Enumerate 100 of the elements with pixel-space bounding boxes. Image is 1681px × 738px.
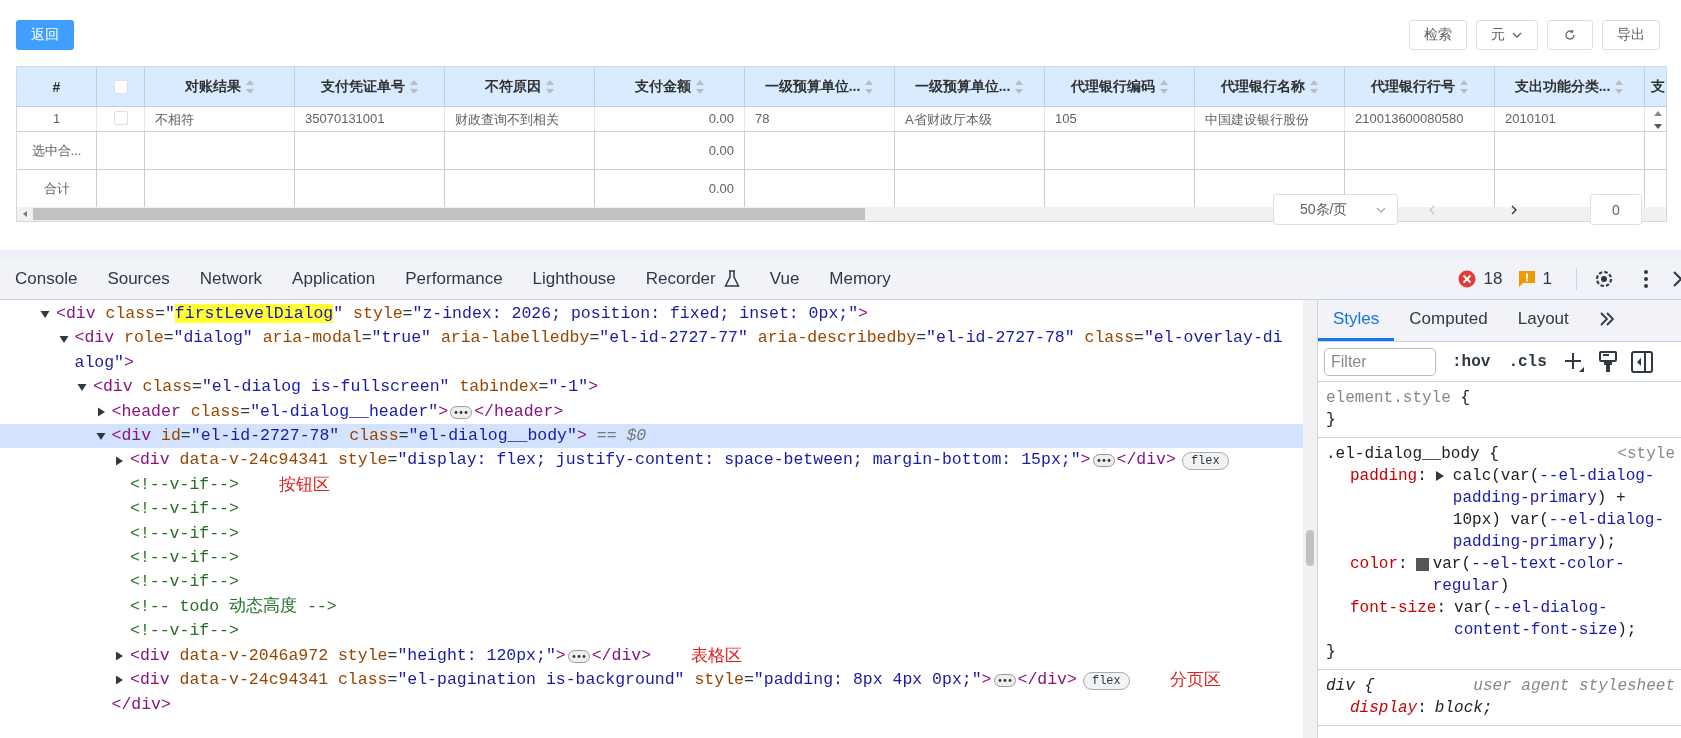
plus-icon[interactable] <box>1562 350 1585 373</box>
column-header[interactable]: # <box>17 67 97 106</box>
toolbar-button[interactable]: 检索 <box>1409 20 1467 50</box>
dom-tree-row[interactable]: <!--v-if--> <box>0 521 1303 547</box>
column-title: 代理银行行号 <box>1370 77 1455 96</box>
html-code: <div id="el-id-2727-78" class="el-dialog__body"> == $0 <box>111 425 647 448</box>
column-header[interactable]: 代理银行名称 <box>1195 67 1345 106</box>
vertical-scrollbar[interactable] <box>1652 109 1664 131</box>
column-header[interactable]: 对账结果 <box>145 67 295 106</box>
column-title: 不符原因 <box>484 77 541 96</box>
column-title: 支出功能分类... <box>1514 77 1611 96</box>
more-tabs-icon[interactable] <box>1598 312 1615 326</box>
page-input[interactable]: 0 <box>1590 194 1642 225</box>
dom-tree-row[interactable]: <!--v-if--> <box>0 546 1303 571</box>
ellipsis-icon[interactable] <box>993 674 1016 688</box>
devtools-tab[interactable]: Vue <box>754 268 815 289</box>
devtools-tab[interactable]: Console <box>0 268 93 289</box>
flex-badge[interactable]: flex <box>1082 672 1130 691</box>
dom-tree-row[interactable]: <!--v-if--> 按钮区 <box>0 472 1303 498</box>
dom-tree-row[interactable]: <header class="el-dialog__header"> </header> <box>0 399 1303 425</box>
property-value: var(--el-dialog-content-font-size); <box>1454 598 1638 641</box>
column-header[interactable]: 代理银行行号 <box>1345 67 1495 106</box>
dom-tree-row[interactable]: <!--v-if--> <box>0 497 1303 522</box>
warning-count: 1 <box>1542 268 1552 289</box>
ellipsis-icon[interactable] <box>567 649 590 663</box>
table-cell: 35070131001 <box>305 111 385 126</box>
expanded-triangle-icon[interactable] <box>58 333 69 344</box>
color-swatch[interactable] <box>1415 558 1429 571</box>
expanded-triangle-icon[interactable] <box>40 309 50 320</box>
html-code: <div data-v-2046a972 style="height: 120px;"> <box>130 644 566 667</box>
closing-brace: } <box>1326 410 1337 431</box>
unit-select[interactable]: 元 <box>1476 20 1538 50</box>
html-code: </header> <box>474 400 564 423</box>
dom-tree-row[interactable]: <!--v-if--> <box>0 619 1303 644</box>
collapsed-triangle-icon[interactable] <box>114 650 124 661</box>
checkbox[interactable] <box>113 79 128 94</box>
column-header[interactable]: 一级预算单位... <box>895 67 1045 106</box>
column-title: # <box>52 78 61 95</box>
column-header[interactable]: 支出功能分类... <box>1495 67 1645 106</box>
dom-tree-row[interactable]: <div data-v-24c94341 class="el-pagination is-background" style="padding: 8px 4px 0px;"> </div> flex 分页区 <box>0 668 1303 693</box>
html-code: <!--v-if--> <box>130 571 239 594</box>
property-value: calc(var(--el-dialog-padding-primary) + 10px) var(--el-dialog-padding-primary); <box>1452 466 1666 553</box>
styles-tab[interactable]: Computed <box>1394 300 1503 341</box>
property-name: display: <box>1350 698 1427 719</box>
devtools-tab[interactable]: Lighthouse <box>517 268 631 289</box>
dom-tree-row[interactable]: <!--v-if--> <box>0 570 1303 595</box>
devtools-tab[interactable]: Performance <box>390 268 518 289</box>
ellipsis-icon[interactable] <box>450 405 473 419</box>
page-size-select[interactable]: 50条/页 <box>1273 194 1398 225</box>
devtools-tab[interactable]: Memory <box>814 268 906 289</box>
column-header[interactable]: 代理银行编码 <box>1045 67 1195 106</box>
dom-tree-row[interactable]: <div id="el-id-2727-78" class="el-dialog__body"> == $0 <box>0 424 1303 449</box>
collapsed-triangle-icon[interactable] <box>114 675 124 686</box>
column-header[interactable]: 支付凭证单号 <box>295 67 445 106</box>
collapsed-triangle-icon[interactable] <box>95 406 106 417</box>
expanded-triangle-icon[interactable] <box>77 382 87 393</box>
filter-field[interactable]: Filter <box>1324 347 1436 376</box>
error-icon[interactable] <box>1457 269 1476 288</box>
source-link[interactable]: <style <box>1617 443 1675 465</box>
ellipsis-icon[interactable] <box>1092 454 1115 468</box>
summary-label: 合计 <box>43 179 70 198</box>
dom-tree-row[interactable]: <div data-v-2046a972 style="height: 120px;"> </div> 表格区 <box>0 643 1303 669</box>
paint-roller-icon[interactable] <box>1598 350 1617 373</box>
stylesheet-label: user agent stylesheet <box>1473 676 1675 697</box>
devtools-tab[interactable]: Network <box>184 268 278 289</box>
html-code: <div data-v-24c94341 style="display: flex; justify-content: space-between; margin-bottom: 15px;"> <box>130 449 1091 472</box>
collapsed-triangle-icon[interactable] <box>114 455 124 466</box>
devtools-tab[interactable]: Application <box>277 268 391 289</box>
toggle-button[interactable]: :hov <box>1450 352 1493 371</box>
column-header[interactable]: 支付金额 <box>595 67 745 106</box>
dom-tree-row[interactable]: <!-- todo 动态高度 --> <box>0 594 1303 620</box>
html-code: <div data-v-24c94341 class="el-pagination is-background" style="padding: 8px 4px 0px;"> <box>130 669 992 692</box>
column-header[interactable]: 不符原因 <box>445 67 595 106</box>
dom-tree-row[interactable]: <div data-v-24c94341 style="display: flex; justify-content: space-between; margin-bottom: 15px;"> </div> flex <box>0 448 1303 473</box>
sidebar-toggle-icon[interactable] <box>1630 350 1653 373</box>
expand-triangle-icon[interactable] <box>1434 470 1445 482</box>
toggle-button[interactable]: .cls <box>1506 352 1549 371</box>
flex-badge[interactable]: flex <box>1181 452 1229 471</box>
column-title: 对账结果 <box>184 77 241 96</box>
toolbar-button[interactable]: 导出 <box>1602 20 1660 50</box>
dom-tree-row[interactable]: <div class="el-dialog is-fullscreen" tabindex="-1"> <box>0 375 1303 400</box>
summary-value: 0.00 <box>708 181 734 196</box>
expanded-triangle-icon[interactable] <box>95 431 106 442</box>
devtools-tab[interactable]: Sources <box>92 268 185 289</box>
vertical-scrollbar[interactable] <box>1303 300 1317 738</box>
table-cell: A省财政厅本级 <box>905 111 992 129</box>
scroll-left-icon[interactable] <box>21 210 29 218</box>
styles-tab[interactable]: Layout <box>1502 300 1584 341</box>
dom-tree-row[interactable]: <div class="firstLevelDialog" style="z-index: 2026; position: fixed; inset: 0px;"> <box>0 302 1303 327</box>
checkbox[interactable] <box>113 111 128 125</box>
styles-tab[interactable]: Styles <box>1318 300 1395 341</box>
summary-label: 选中合... <box>31 141 82 160</box>
devtools-tab[interactable]: Recorder <box>630 268 755 289</box>
column-header[interactable]: 一级预算单位... <box>745 67 895 106</box>
refresh-button[interactable] <box>1547 20 1593 50</box>
annotation-label: 按钮区 <box>278 473 330 496</box>
column-header[interactable]: 支 <box>1645 67 1666 106</box>
property-value: block; <box>1434 698 1494 719</box>
html-code: <!-- todo 动态高度 --> <box>130 595 337 618</box>
flask-icon <box>723 269 740 288</box>
